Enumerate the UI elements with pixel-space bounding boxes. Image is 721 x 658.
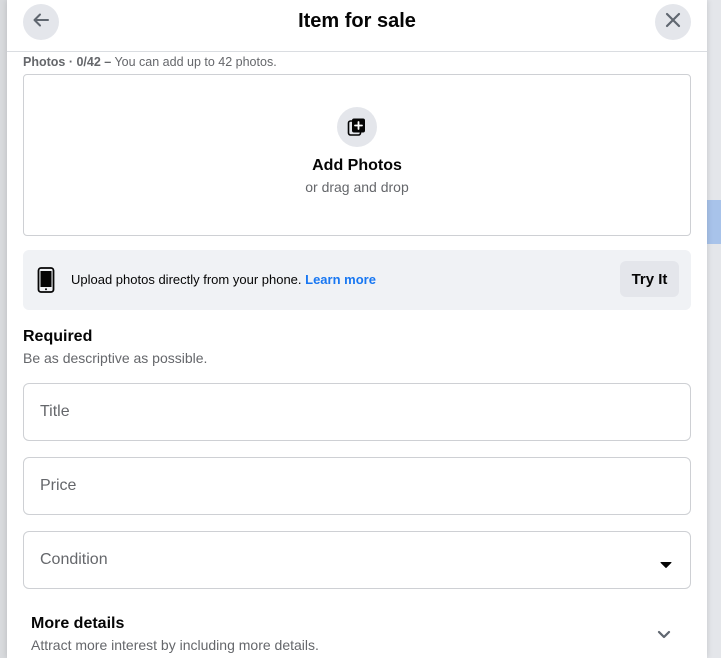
photos-count-line: Photos · 0/42 – You can add up to 42 pho… — [23, 55, 277, 69]
title-input[interactable]: Title — [23, 383, 691, 441]
add-photos-label: Add Photos — [312, 157, 402, 174]
phone-icon — [37, 267, 55, 298]
dialog-header: Item for sale — [7, 0, 707, 52]
photos-count-label: Photos · 0/42 – — [23, 55, 112, 69]
background-page-left — [0, 0, 7, 658]
price-input[interactable]: Price — [23, 457, 691, 515]
item-for-sale-dialog: Item for sale Photos · 0/42 – You can ad… — [7, 0, 707, 658]
caret-down-icon — [660, 556, 672, 574]
background-page-right — [707, 0, 721, 658]
price-placeholder: Price — [40, 477, 77, 494]
phone-upload-text: Upload photos directly from your phone. … — [71, 272, 376, 287]
phone-upload-banner: Upload photos directly from your phone. … — [23, 250, 691, 310]
add-photo-icon — [337, 107, 377, 147]
photo-upload-dropzone[interactable]: Add Photos or drag and drop — [23, 74, 691, 236]
background-page-accent — [707, 200, 721, 244]
close-icon — [664, 11, 682, 34]
required-section-subtitle: Be as descriptive as possible. — [23, 350, 208, 366]
required-section-title: Required — [23, 328, 93, 345]
condition-placeholder: Condition — [40, 551, 108, 568]
chevron-down-icon[interactable] — [657, 627, 671, 645]
more-details-title[interactable]: More details — [31, 615, 124, 633]
phone-upload-message: Upload photos directly from your phone. — [71, 272, 302, 287]
title-placeholder: Title — [40, 403, 70, 420]
try-it-button[interactable]: Try It — [620, 261, 679, 297]
learn-more-link[interactable]: Learn more — [305, 272, 376, 287]
dialog-title: Item for sale — [298, 10, 416, 32]
condition-select[interactable]: Condition — [23, 531, 691, 589]
more-details-subtitle: Attract more interest by including more … — [31, 637, 319, 653]
drag-drop-label: or drag and drop — [305, 179, 409, 195]
photos-hint: You can add up to 42 photos. — [114, 55, 277, 69]
close-button[interactable] — [655, 4, 691, 40]
